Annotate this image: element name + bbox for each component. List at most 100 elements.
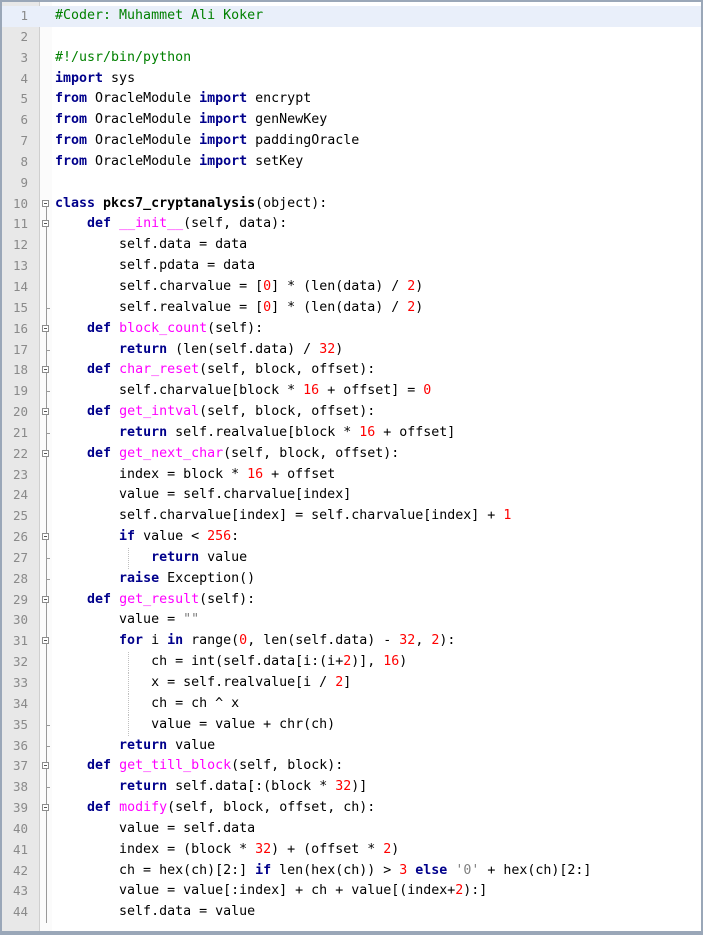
code-line[interactable]: 43 value = value[:index] + ch + value[(i…: [2, 881, 701, 903]
code-token: sys: [103, 70, 136, 86]
code-line[interactable]: 13 self.pdata = data: [2, 256, 701, 277]
fold-toggle-icon[interactable]: [41, 402, 51, 424]
fold-toggle-icon[interactable]: [41, 798, 51, 820]
line-number: 10: [12, 195, 28, 211]
code-line[interactable]: 26 if value < 256:: [2, 527, 701, 549]
code-line[interactable]: 38 return self.data[:(block * 32)]: [2, 777, 701, 799]
code-line[interactable]: 32 ch = int(self.data[i:(i+2)], 16): [2, 652, 701, 673]
fold-line: [41, 464, 51, 486]
string-token: '0': [455, 862, 480, 878]
fold-toggle-icon[interactable]: [41, 214, 51, 236]
code-line[interactable]: 24 value = self.charvalue[index]: [2, 485, 701, 507]
code-line[interactable]: 36 return value: [2, 735, 701, 757]
code-token: range(: [183, 633, 240, 649]
keyword-token: from: [55, 112, 88, 128]
code-line[interactable]: 41 index = (block * 32) + (offset * 2): [2, 839, 701, 861]
code-line[interactable]: 1 #Coder: Muhammet Ali Koker: [2, 6, 701, 27]
fold-toggle-icon[interactable]: [41, 443, 51, 465]
code-line[interactable]: 22 def get_next_char(self, block, offset…: [2, 443, 701, 465]
line-number: 17: [12, 341, 28, 357]
code-token: self.data[:(block *: [167, 779, 336, 795]
keyword-token: from: [55, 91, 88, 107]
fold-toggle-icon[interactable]: [41, 360, 51, 382]
code-text: ch = ch ^ x: [55, 694, 239, 715]
code-line[interactable]: 18 def char_reset(self, block, offset):: [2, 360, 701, 382]
code-line[interactable]: 34 ch = ch ^ x: [2, 693, 701, 715]
code-line[interactable]: 2: [2, 27, 701, 48]
code-line[interactable]: 27 return value: [2, 547, 701, 569]
code-text: self.data = value: [55, 902, 255, 923]
code-token: self.data = data: [55, 237, 248, 253]
code-token: self.realvalue[block *: [167, 424, 360, 440]
fold-toggle-icon[interactable]: [41, 756, 51, 778]
code-line[interactable]: 15 self.realvalue = [0] * (len(data) / 2…: [2, 297, 701, 319]
code-line[interactable]: 40 value = self.data: [2, 818, 701, 840]
code-text: def modify(self, block, offset, ch):: [55, 798, 375, 819]
code-line[interactable]: 3 #!/usr/bin/python: [2, 48, 701, 69]
fold-toggle-icon[interactable]: [41, 194, 51, 215]
fold-toggle-icon[interactable]: [41, 631, 51, 653]
code-line[interactable]: 21 return self.realvalue[block * 16 + of…: [2, 422, 701, 444]
line-number: 33: [12, 675, 28, 690]
keyword-token: def: [87, 216, 112, 232]
line-number: 28: [12, 570, 28, 586]
code-line[interactable]: 20 def get_intval(self, block, offset):: [2, 402, 701, 424]
code-text: def get_result(self):: [55, 590, 255, 611]
code-token: (self):: [207, 320, 264, 336]
code-line[interactable]: 30 value = "": [2, 610, 701, 632]
code-line[interactable]: 37 def get_till_block(self, block):: [2, 756, 701, 778]
code-line[interactable]: 28 raise Exception(): [2, 568, 701, 590]
code-line[interactable]: 25 self.charvalue[index] = self.charvalu…: [2, 506, 701, 528]
code-line[interactable]: 19 self.charvalue[block * 16 + offset] =…: [2, 381, 701, 403]
code-line[interactable]: 4 import sys: [2, 69, 701, 90]
code-line[interactable]: 44 self.data = value: [2, 902, 701, 924]
code-line[interactable]: 35 value = value + chr(ch): [2, 714, 701, 736]
fold-toggle-icon[interactable]: [41, 318, 51, 340]
code-line[interactable]: 10 class pkcs7_cryptanalysis(object):: [2, 194, 701, 215]
number-token: 16: [247, 466, 264, 482]
line-number: 11: [12, 216, 28, 232]
code-text: from OracleModule import genNewKey: [55, 110, 327, 131]
code-line[interactable]: 39 def modify(self, block, offset, ch):: [2, 798, 701, 820]
code-line[interactable]: 17 return (len(self.data) / 32): [2, 339, 701, 361]
fold-empty: [41, 110, 51, 131]
code-line[interactable]: 6 from OracleModule import genNewKey: [2, 110, 701, 131]
code-editor[interactable]: 1 #Coder: Muhammet Ali Koker 2 3 #!/usr/bin/…: [0, 0, 703, 935]
code-line[interactable]: 23 index = block * 16 + offset: [2, 464, 701, 486]
code-line[interactable]: 29 def get_result(self):: [2, 589, 701, 611]
code-line[interactable]: 9: [2, 173, 701, 194]
line-number: 22: [12, 445, 28, 461]
line-number: 14: [12, 278, 28, 294]
code-line[interactable]: 5 from OracleModule import encrypt: [2, 89, 701, 110]
keyword-token: import: [55, 70, 104, 86]
comment-token: #!/usr/bin/python: [55, 49, 192, 65]
code-line[interactable]: 31 for i in range(0, len(self.data) - 32…: [2, 631, 701, 653]
keyword-token: return: [119, 341, 168, 357]
number-token: 1: [503, 508, 512, 524]
code-text: value = self.charvalue[index]: [55, 485, 351, 506]
code-line[interactable]: 12 self.data = data: [2, 235, 701, 257]
code-line[interactable]: 7 from OracleModule import paddingOracle: [2, 131, 701, 152]
fold-toggle-icon[interactable]: [41, 527, 51, 549]
code-token: (self, block, offset):: [199, 362, 376, 378]
code-text: self.pdata = data: [55, 256, 255, 277]
code-line[interactable]: 14 self.charvalue = [0] * (len(data) / 2…: [2, 276, 701, 298]
code-area[interactable]: 1 #Coder: Muhammet Ali Koker 2 3 #!/usr/bin/…: [2, 6, 701, 924]
fold-empty: [41, 69, 51, 90]
fold-end-mark: [41, 547, 51, 569]
line-number: 8: [20, 153, 28, 169]
code-line[interactable]: 42 ch = hex(ch)[2:] if len(hex(ch)) > 3 …: [2, 860, 701, 882]
fold-toggle-icon[interactable]: [41, 589, 51, 611]
code-line[interactable]: 16 def block_count(self):: [2, 318, 701, 340]
code-token: ): [415, 299, 424, 315]
number-token: 32: [319, 341, 336, 357]
code-token: :: [231, 529, 240, 545]
fold-line: [41, 235, 51, 257]
code-line[interactable]: 33 x = self.realvalue[i / 2]: [2, 673, 701, 694]
code-line[interactable]: 8 from OracleModule import setKey: [2, 152, 701, 173]
code-token: ch = hex(ch)[2:]: [55, 862, 256, 878]
code-text: def get_next_char(self, block, offset):: [55, 444, 399, 465]
code-line[interactable]: 11 def __init__(self, data):: [2, 214, 701, 236]
